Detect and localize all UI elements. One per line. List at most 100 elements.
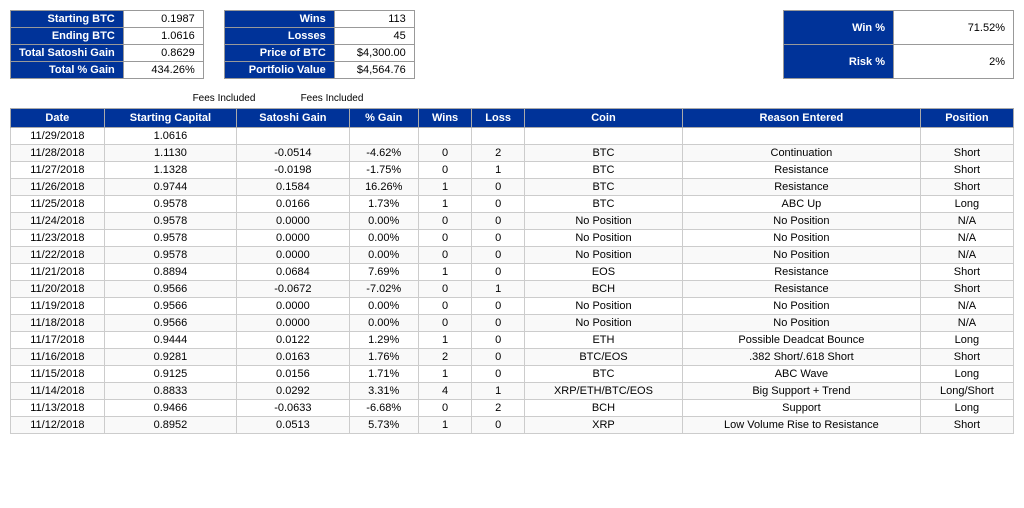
table-cell: 0.9578 <box>104 213 237 230</box>
table-cell: 1.76% <box>349 349 418 366</box>
table-cell: 0 <box>472 196 525 213</box>
table-cell: Resistance <box>682 281 920 298</box>
table-cell: No Position <box>524 213 682 230</box>
table-cell: 0.8833 <box>104 383 237 400</box>
table-cell: 1 <box>418 196 471 213</box>
table-row: 11/14/20180.88330.02923.31%41XRP/ETH/BTC… <box>11 383 1014 400</box>
table-cell: 11/25/2018 <box>11 196 105 213</box>
table-cell: 0.00% <box>349 213 418 230</box>
table-cell: 1.0616 <box>104 128 237 145</box>
table-cell: 11/19/2018 <box>11 298 105 315</box>
table-row: 11/18/20180.95660.00000.00%00No Position… <box>11 315 1014 332</box>
table-row: 11/27/20181.1328-0.0198-1.75%01BTCResist… <box>11 162 1014 179</box>
table-cell: 4 <box>418 383 471 400</box>
table-cell: 0.0000 <box>237 230 349 247</box>
table-cell: XRP/ETH/BTC/EOS <box>524 383 682 400</box>
table-cell: N/A <box>920 315 1013 332</box>
table-cell: BTC <box>524 162 682 179</box>
table-cell: BTC <box>524 179 682 196</box>
summary-left-row: Ending BTC1.0616 <box>11 28 204 45</box>
table-cell: 0 <box>418 213 471 230</box>
table-cell: 11/12/2018 <box>11 417 105 434</box>
table-cell: Long <box>920 366 1013 383</box>
table-cell: 1.1130 <box>104 145 237 162</box>
table-cell: No Position <box>682 298 920 315</box>
summary-label: Starting BTC <box>11 11 124 28</box>
table-header-cell: Date <box>11 109 105 128</box>
table-cell: Long <box>920 332 1013 349</box>
table-cell: Possible Deadcat Bounce <box>682 332 920 349</box>
table-cell <box>237 128 349 145</box>
table-cell: Continuation <box>682 145 920 162</box>
table-cell: 11/20/2018 <box>11 281 105 298</box>
table-cell: 0.00% <box>349 298 418 315</box>
table-cell: 11/24/2018 <box>11 213 105 230</box>
table-cell: 0 <box>472 315 525 332</box>
table-cell: N/A <box>920 230 1013 247</box>
table-cell: 11/16/2018 <box>11 349 105 366</box>
table-cell: XRP <box>524 417 682 434</box>
table-cell: 0 <box>418 298 471 315</box>
table-cell <box>418 128 471 145</box>
table-cell: 0.9578 <box>104 196 237 213</box>
table-header-cell: Satoshi Gain <box>237 109 349 128</box>
table-row: 11/24/20180.95780.00000.00%00No Position… <box>11 213 1014 230</box>
table-row: 11/22/20180.95780.00000.00%00No Position… <box>11 247 1014 264</box>
table-cell: No Position <box>682 247 920 264</box>
table-cell: 5.73% <box>349 417 418 434</box>
table-cell: Big Support + Trend <box>682 383 920 400</box>
table-cell: .382 Short/.618 Short <box>682 349 920 366</box>
table-cell: -0.0633 <box>237 400 349 417</box>
summary-left-row: Total Satoshi Gain0.8629 <box>11 45 204 62</box>
table-row: 11/13/20180.9466-0.0633-6.68%02BCHSuppor… <box>11 400 1014 417</box>
table-header-cell: Coin <box>524 109 682 128</box>
table-cell: -7.02% <box>349 281 418 298</box>
table-cell: 1 <box>418 366 471 383</box>
table-cell: N/A <box>920 213 1013 230</box>
table-row: 11/17/20180.94440.01221.29%10ETHPossible… <box>11 332 1014 349</box>
table-cell: 11/17/2018 <box>11 332 105 349</box>
summary-value: 45 <box>334 28 414 45</box>
summary-middle: Wins113Losses45Price of BTC$4,300.00Port… <box>224 10 415 79</box>
table-row: 11/16/20180.92810.01631.76%20BTC/EOS.382… <box>11 349 1014 366</box>
table-cell: Long/Short <box>920 383 1013 400</box>
summary-label: Total Satoshi Gain <box>11 45 124 62</box>
table-row: 11/21/20180.88940.06847.69%10EOSResistan… <box>11 264 1014 281</box>
table-cell: 2 <box>472 145 525 162</box>
table-cell: 11/27/2018 <box>11 162 105 179</box>
table-cell: 0.9566 <box>104 281 237 298</box>
summary-left-row: Total % Gain434.26% <box>11 62 204 79</box>
table-cell: 0.9566 <box>104 315 237 332</box>
table-cell <box>349 128 418 145</box>
summary-left: Starting BTC0.1987Ending BTC1.0616Total … <box>10 10 204 79</box>
table-cell: ABC Up <box>682 196 920 213</box>
table-cell: -0.0514 <box>237 145 349 162</box>
table-cell: BTC/EOS <box>524 349 682 366</box>
table-cell: 1 <box>418 332 471 349</box>
table-cell: 2 <box>418 349 471 366</box>
table-cell: 11/29/2018 <box>11 128 105 145</box>
summary-right-row: Risk %2% <box>784 45 1014 79</box>
table-cell: Low Volume Rise to Resistance <box>682 417 920 434</box>
table-cell: 0.0292 <box>237 383 349 400</box>
table-cell: 11/26/2018 <box>11 179 105 196</box>
table-cell: No Position <box>524 298 682 315</box>
table-cell: 0.8952 <box>104 417 237 434</box>
table-cell: Long <box>920 196 1013 213</box>
table-cell: 0.0000 <box>237 247 349 264</box>
table-cell: 0 <box>418 247 471 264</box>
table-cell: Short <box>920 162 1013 179</box>
table-cell: 0.9466 <box>104 400 237 417</box>
table-row: 11/12/20180.89520.05135.73%10XRPLow Volu… <box>11 417 1014 434</box>
table-cell: N/A <box>920 298 1013 315</box>
table-cell: 0 <box>472 417 525 434</box>
table-cell: 1 <box>418 179 471 196</box>
table-cell: Support <box>682 400 920 417</box>
table-cell: BTC <box>524 366 682 383</box>
fees-label-2: Fees Included <box>278 93 386 104</box>
table-cell: ETH <box>524 332 682 349</box>
table-cell: 0 <box>472 298 525 315</box>
table-cell: No Position <box>524 247 682 264</box>
table-cell: N/A <box>920 247 1013 264</box>
table-cell: 0.0513 <box>237 417 349 434</box>
